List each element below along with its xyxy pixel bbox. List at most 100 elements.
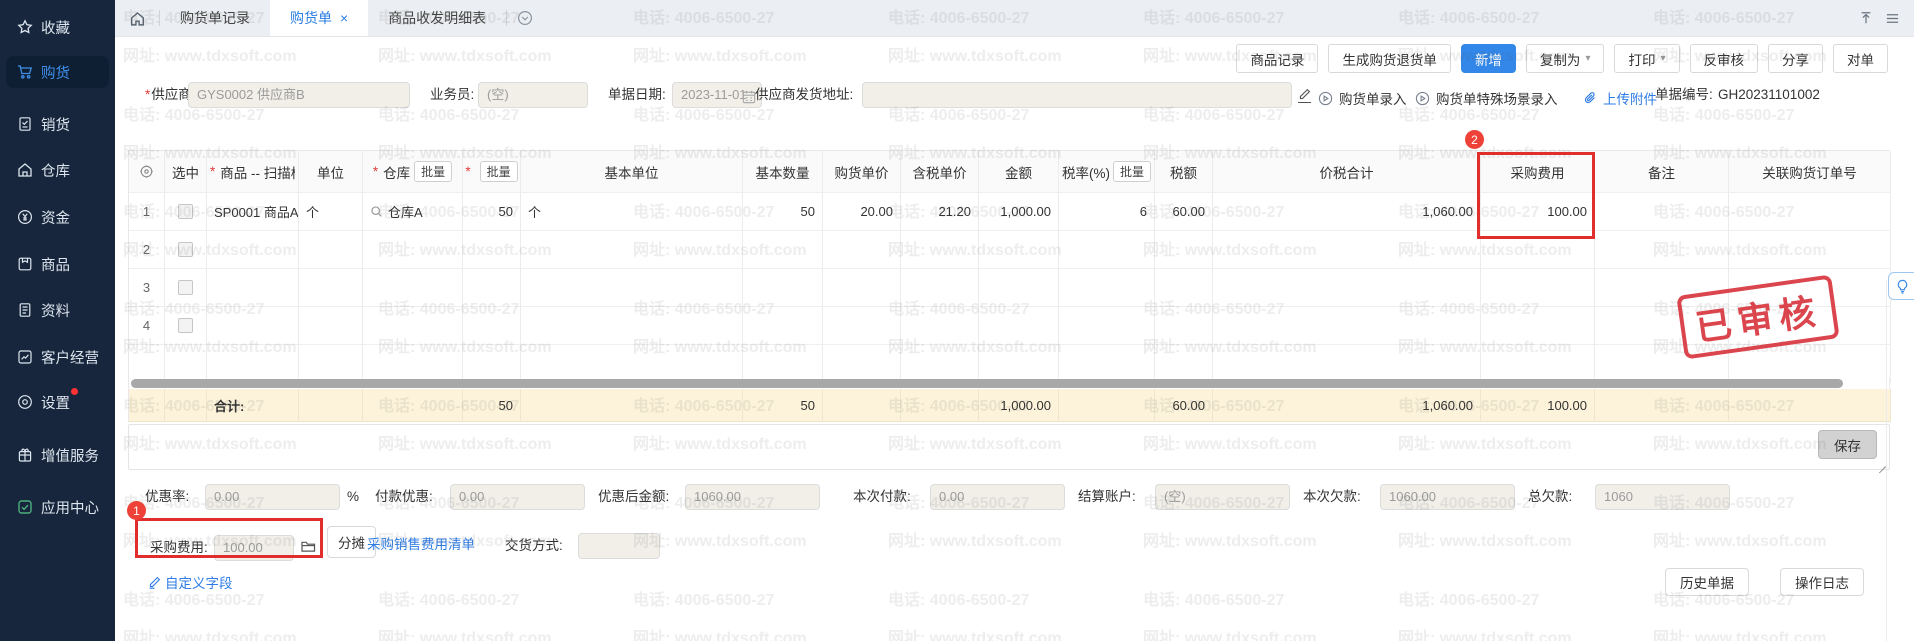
scrollbar-thumb[interactable]	[131, 379, 1843, 388]
discount-rate-input[interactable]: 0.00	[205, 484, 340, 510]
upload-attachment-link[interactable]: 上传附件	[1583, 88, 1657, 108]
goods-record-button[interactable]: 商品记录	[1236, 44, 1318, 73]
delivery-method-input[interactable]	[578, 533, 660, 559]
sidebar-item-purchase[interactable]: 购货	[6, 56, 109, 88]
table-empty-strip	[129, 345, 1890, 378]
vas-icon	[17, 447, 33, 463]
row-checkbox[interactable]	[178, 280, 193, 295]
cell-amount	[979, 269, 1059, 307]
batch-button[interactable]: 批量	[414, 161, 452, 182]
discount-rate-label: 优惠率:	[145, 484, 189, 510]
home-icon[interactable]	[115, 0, 159, 36]
cell-price: 20.00	[823, 193, 901, 231]
date-input[interactable]: 2023-11-01	[672, 82, 762, 108]
edit-address-icon[interactable]	[1298, 88, 1311, 103]
row-checkbox[interactable]	[178, 242, 193, 257]
total-tax-rate	[1059, 389, 1155, 422]
sidebar-item-label: 资料	[41, 300, 70, 321]
sidebar-item-customer-ops[interactable]: 客户经营	[6, 341, 109, 373]
salesman-input[interactable]: (空)	[478, 82, 588, 108]
row-checkbox[interactable]	[178, 318, 193, 333]
docs-icon	[17, 302, 33, 318]
tab-menu-icon[interactable]	[1885, 11, 1900, 26]
pin-tab-icon[interactable]	[1859, 11, 1873, 25]
cell-base-unit	[521, 269, 743, 307]
remarks-box[interactable]: 保存	[128, 424, 1890, 470]
supplier-address-input[interactable]	[862, 82, 1292, 108]
purchase-entry-link[interactable]: 购货单录入	[1318, 88, 1407, 108]
sidebar-item-funds[interactable]: 资金	[6, 201, 109, 233]
total-row-index	[129, 389, 165, 422]
history-docs-button[interactable]: 历史单据	[1665, 568, 1749, 596]
settlement-account-input[interactable]: (空)	[1155, 484, 1290, 510]
tab-bar: 购货单记录购货单 × 商品收发明细表	[115, 0, 1914, 37]
cell-product	[207, 307, 299, 345]
tab-purchase-record[interactable]: 购货单记录	[160, 0, 270, 36]
help-bulb-icon[interactable]	[1888, 272, 1914, 300]
close-tab-icon[interactable]: ×	[340, 10, 348, 26]
salesman-label: 业务员:	[430, 82, 474, 108]
cell-base-qty	[743, 269, 823, 307]
sidebar-item-app-center[interactable]: 应用中心	[6, 491, 109, 523]
notification-dot	[71, 388, 78, 395]
sidebar-item-value-added[interactable]: 增值服务	[6, 439, 109, 471]
cell-tax-amount	[1155, 307, 1213, 345]
watermark-text: 电话: 4006-6500-27	[378, 586, 519, 610]
save-button[interactable]: 保存	[1818, 430, 1877, 459]
sidebar-item-data[interactable]: 资料	[6, 294, 109, 326]
sidebar-item-label: 资金	[41, 207, 70, 228]
cell-tax-amount	[1155, 231, 1213, 269]
play-circle-icon	[1415, 91, 1430, 106]
column-label: 金额	[1005, 162, 1032, 182]
cell-price	[823, 307, 901, 345]
share-button[interactable]: 分享	[1768, 44, 1823, 73]
cell-purchase-fee: 100.00	[1481, 193, 1595, 231]
tabs-dropdown-icon[interactable]	[507, 0, 543, 36]
supplier-input[interactable]: GYS0002 供应商B	[188, 82, 410, 108]
row-checkbox[interactable]	[178, 204, 193, 219]
copy-as-button[interactable]: 复制为▾	[1526, 44, 1605, 73]
watermark-text: 网址: www.tdxsoft.com	[378, 42, 552, 66]
custom-field-link[interactable]: 自定义字段	[148, 572, 233, 592]
sidebar-item-goods[interactable]: 商品	[6, 248, 109, 280]
purchase-fee-input[interactable]: 100.00	[214, 535, 294, 561]
calendar-icon[interactable]	[742, 88, 756, 108]
cell-price	[823, 269, 901, 307]
purchase-special-entry-link[interactable]: 购货单特殊场景录入	[1415, 88, 1558, 108]
print-button[interactable]: 打印▾	[1614, 44, 1679, 73]
cell-row-index: 1	[129, 193, 165, 231]
fee-folder-icon[interactable]	[301, 540, 316, 553]
watermark-text: 电话: 4006-6500-27	[633, 586, 774, 610]
check-bill-button[interactable]: 对单	[1833, 44, 1888, 73]
tab-goods-inout-detail[interactable]: 商品收发明细表	[368, 0, 506, 36]
sidebar-item-label: 收藏	[41, 17, 70, 38]
reverse-audit-button[interactable]: 反审核	[1690, 44, 1759, 73]
column-settings-icon[interactable]	[139, 164, 154, 179]
batch-button[interactable]: 批量	[1113, 161, 1151, 182]
total-product: 合计:	[207, 389, 299, 422]
search-icon[interactable]	[370, 205, 383, 218]
tab-label: 商品收发明细表	[388, 8, 486, 28]
payment-now-input[interactable]: 0.00	[930, 484, 1065, 510]
batch-button[interactable]: 批量	[480, 161, 518, 182]
col-header-base-unit: 基本单位	[521, 151, 743, 193]
create-purchase-return-button[interactable]: 生成购货退货单	[1328, 44, 1451, 73]
amount-after-discount-input[interactable]: 1060.00	[685, 484, 820, 510]
tab-label: 购货单	[290, 8, 332, 28]
tab-purchase-order[interactable]: 购货单 ×	[270, 0, 368, 36]
total-debt-input[interactable]: 1060	[1595, 484, 1730, 510]
payment-discount-input[interactable]: 0.00	[450, 484, 585, 510]
sidebar-item-warehouse[interactable]: 仓库	[6, 154, 109, 186]
add-new-button[interactable]: 新增	[1461, 44, 1516, 73]
debt-now-input[interactable]: 1060.00	[1380, 484, 1515, 510]
operation-log-button[interactable]: 操作日志	[1780, 568, 1864, 596]
horizontal-scrollbar[interactable]	[129, 378, 1890, 389]
goods-icon	[17, 256, 33, 272]
cell-total	[1213, 307, 1481, 345]
sidebar-item-sales[interactable]: 销货	[6, 108, 109, 140]
sidebar-item-settings[interactable]: 设置	[6, 386, 109, 418]
fee-list-link[interactable]: 采购销售费用清单	[367, 533, 475, 553]
watermark-text: 网址: www.tdxsoft.com	[1398, 624, 1572, 641]
total-total: 1,060.00	[1213, 389, 1481, 422]
sidebar-item-favorites[interactable]: 收藏	[6, 11, 109, 43]
